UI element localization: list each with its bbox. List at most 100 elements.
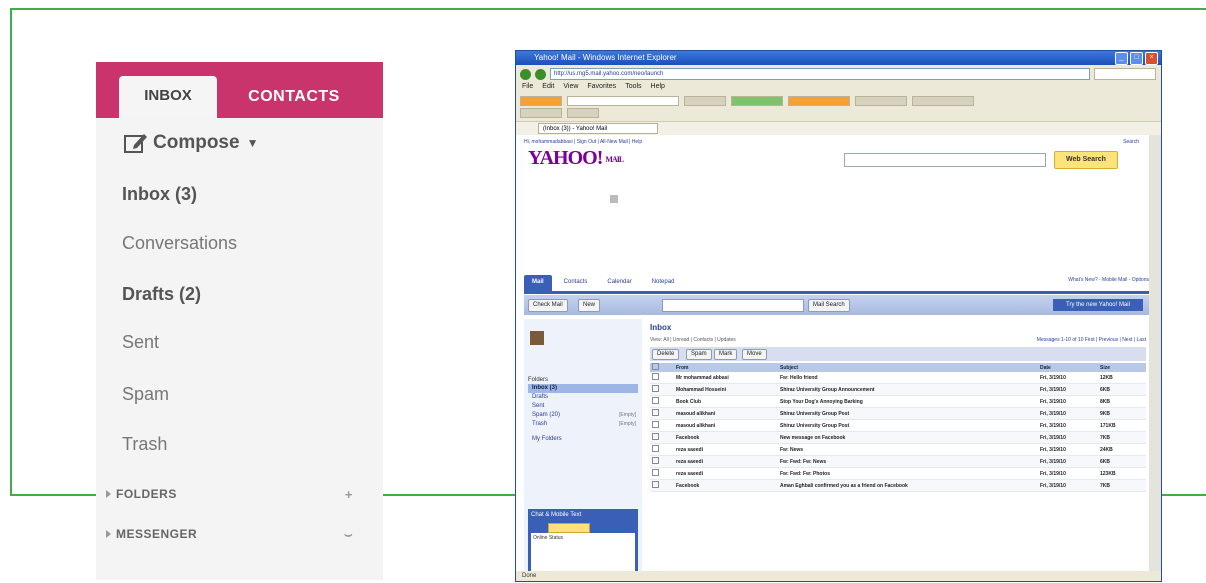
toolbar-widget[interactable] — [731, 96, 783, 106]
row-checkbox[interactable] — [650, 479, 674, 492]
web-search-input[interactable] — [844, 153, 1046, 167]
toolbar-widget[interactable] — [520, 108, 562, 118]
row-checkbox[interactable] — [650, 467, 674, 480]
sidebar-item-inbox[interactable]: Inbox (3) — [122, 184, 197, 205]
maximize-icon[interactable]: □ — [1130, 52, 1143, 65]
folder-trash[interactable]: Trash [Empty] — [528, 420, 638, 429]
menu-help[interactable]: Help — [651, 83, 665, 90]
column-date[interactable]: Date — [1038, 363, 1098, 372]
row-checkbox[interactable] — [650, 395, 674, 408]
mail-tab-links[interactable]: What's New? - Mobile Mail - Options — [1068, 277, 1149, 283]
row-checkbox[interactable] — [650, 419, 674, 432]
table-row[interactable]: masoud alikhani Shiraz University Group P… — [650, 419, 1146, 432]
table-row[interactable]: Facebook New message on Facebook Fri, 3/19… — [650, 431, 1146, 444]
mark-button[interactable]: Mark — [714, 349, 738, 360]
move-button[interactable]: Move — [742, 349, 767, 360]
new-button[interactable]: New — [578, 299, 601, 312]
chat-body[interactable]: Online Status — [531, 533, 635, 571]
view-filter[interactable]: View: All | Unread | Contacts | Updates — [650, 337, 736, 343]
row-checkbox[interactable] — [650, 431, 674, 444]
mail-search-input[interactable] — [662, 299, 804, 312]
messenger-section-header[interactable]: MESSENGER ⌣ — [106, 527, 373, 543]
cell-from: Mr mohammad abbasi — [674, 372, 778, 384]
compose-button[interactable]: Compose ▼ — [124, 132, 258, 154]
menu-edit[interactable]: Edit — [542, 83, 554, 90]
folder-inbox[interactable]: Inbox (3) — [528, 384, 638, 393]
sidebar-item-sent[interactable]: Sent — [122, 332, 159, 353]
web-search-button[interactable]: Web Search — [1054, 151, 1118, 169]
profile-card[interactable] — [530, 331, 634, 349]
menu-file[interactable]: File — [522, 83, 533, 90]
tab-inbox[interactable]: INBOX — [119, 76, 217, 118]
browser-tab-active[interactable]: (Inbox (3)) - Yahoo! Mail — [538, 123, 658, 134]
empty-trash-link[interactable]: [Empty] — [619, 420, 636, 429]
back-icon[interactable] — [520, 68, 531, 80]
yahoo-mail-page: Hi, mohammadabbasi | Sign Out | All-New … — [516, 135, 1149, 573]
sidebar-item-trash[interactable]: Trash — [122, 434, 167, 455]
status-select[interactable] — [548, 523, 590, 533]
column-from[interactable]: From — [674, 363, 778, 372]
mail-search-button[interactable]: Mail Search — [808, 299, 850, 312]
row-checkbox[interactable] — [650, 372, 674, 384]
cell-size: 8KB — [1098, 395, 1146, 408]
forward-icon[interactable] — [535, 68, 546, 80]
table-row[interactable]: reza saeedi Fw: Fwd: Fw: News Fri, 3/19/10… — [650, 455, 1146, 468]
spam-button[interactable]: Spam — [686, 349, 712, 360]
try-new-yahoo-button[interactable]: Try the new Yahoo! Mail — [1053, 299, 1143, 311]
toolbar-widget[interactable] — [684, 96, 726, 106]
select-all-checkbox[interactable] — [650, 363, 674, 372]
header-links[interactable]: Hi, mohammadabbasi | Sign Out | All-New … — [524, 139, 642, 145]
check-mail-button[interactable]: Check Mail — [528, 299, 568, 312]
table-row[interactable]: Facebook Aman Eghbali confirmed you as a … — [650, 479, 1146, 492]
row-checkbox[interactable] — [650, 443, 674, 456]
tab-calendar[interactable]: Calendar — [599, 275, 639, 291]
address-bar[interactable]: http://us.mg5.mail.yahoo.com/neo/launch — [550, 68, 1090, 80]
pagination[interactable]: Messages 1-10 of 10 First | Previous | N… — [1037, 337, 1146, 343]
table-row[interactable]: Mr mohammad abbasi Fw: Hello friend Fri, 3… — [650, 372, 1146, 384]
menu-view[interactable]: View — [563, 83, 578, 90]
folder-drafts[interactable]: Drafts — [528, 393, 638, 402]
column-size[interactable]: Size — [1098, 363, 1146, 372]
tab-mail[interactable]: Mail — [524, 275, 552, 291]
toolbar-widget[interactable] — [788, 96, 850, 106]
row-checkbox[interactable] — [650, 407, 674, 420]
my-folders[interactable]: My Folders — [528, 435, 638, 444]
row-checkbox[interactable] — [650, 455, 674, 468]
toolbar-widget[interactable] — [567, 108, 599, 118]
table-row[interactable]: reza saeedi Fw: Fwd: Fw: Photos Fri, 3/19/… — [650, 467, 1146, 480]
folder-spam[interactable]: Spam (20) [Empty] — [528, 411, 638, 420]
yahoo-mail-logo[interactable]: YAHOO! MAIL — [528, 147, 624, 170]
tab-notepad[interactable]: Notepad — [644, 275, 683, 291]
empty-spam-link[interactable]: [Empty] — [619, 411, 636, 420]
menu-favorites[interactable]: Favorites — [587, 83, 616, 90]
close-icon[interactable]: × — [1145, 52, 1158, 65]
cell-from: masoud alikhani — [674, 419, 778, 432]
menu-bar: File Edit View Favorites Tools Help — [522, 83, 665, 90]
toolbar-widget[interactable] — [520, 96, 562, 106]
tab-contacts[interactable]: CONTACTS — [224, 78, 364, 118]
emoticon-icon[interactable]: ⌣ — [344, 527, 353, 543]
delete-button[interactable]: Delete — [652, 349, 680, 360]
tab-contacts[interactable]: Contacts — [556, 275, 596, 291]
table-row[interactable]: Book Club Stop Your Dog's Annoying Barkin… — [650, 395, 1146, 408]
column-subject[interactable]: Subject — [778, 363, 1038, 372]
toolbar-search-input[interactable] — [567, 96, 679, 106]
folders-section-header[interactable]: FOLDERS + — [106, 487, 373, 502]
chevron-down-icon[interactable]: ▼ — [247, 136, 259, 150]
minimize-icon[interactable]: _ — [1115, 52, 1128, 65]
table-row[interactable]: Mohammad Hosseini Shiraz University Group… — [650, 383, 1146, 396]
browser-search-input[interactable] — [1094, 68, 1156, 80]
row-checkbox[interactable] — [650, 383, 674, 396]
table-row[interactable]: masoud alikhani Shiraz University Group P… — [650, 407, 1146, 420]
sidebar-item-drafts[interactable]: Drafts (2) — [122, 284, 201, 305]
sidebar-item-conversations[interactable]: Conversations — [122, 233, 237, 254]
folder-sent[interactable]: Sent — [528, 402, 638, 411]
toolbar-widget[interactable] — [855, 96, 907, 106]
toolbar-widget[interactable] — [912, 96, 974, 106]
vertical-scrollbar[interactable] — [1149, 135, 1161, 573]
menu-tools[interactable]: Tools — [625, 83, 641, 90]
sidebar-item-spam[interactable]: Spam — [122, 384, 169, 405]
header-right-links[interactable]: Search — [1123, 139, 1139, 145]
table-row[interactable]: reza saeedi Fw: News Fri, 3/19/10 24KB — [650, 443, 1146, 456]
add-folder-icon[interactable]: + — [345, 487, 353, 502]
